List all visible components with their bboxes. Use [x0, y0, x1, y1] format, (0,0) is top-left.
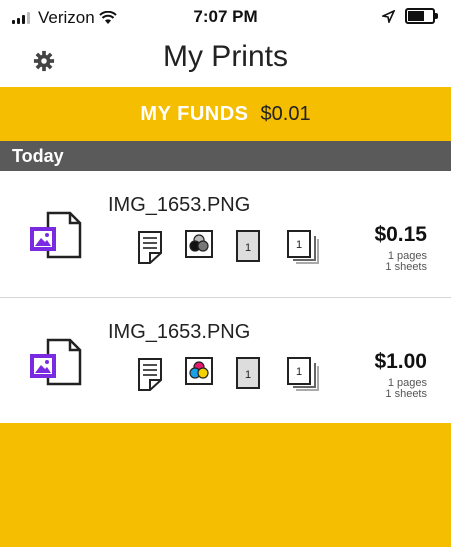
paper-size-icon [138, 358, 162, 391]
color-mode-icon [185, 230, 213, 258]
sheet-count: 1 sheets [385, 261, 427, 273]
copies-icon: 1 [287, 357, 319, 391]
section-header: Today [0, 141, 451, 171]
file-name: IMG_1653.PNG [108, 321, 251, 343]
funds-amount: $0.01 [260, 102, 311, 125]
funds-label: MY FUNDS [140, 102, 249, 125]
section-title: Today [12, 146, 64, 166]
print-meta: 1 pages 1 sheets [385, 251, 427, 273]
paper-size-icon [138, 231, 162, 264]
funds-banner[interactable]: MY FUNDS $0.01 [0, 87, 451, 141]
print-meta: 1 pages 1 sheets [385, 378, 427, 400]
file-name: IMG_1653.PNG [108, 194, 251, 216]
nav-bar: My Prints [0, 34, 451, 86]
svg-text:1: 1 [245, 369, 251, 381]
color-mode-icon [185, 357, 213, 385]
image-file-icon [30, 338, 82, 386]
print-job-item[interactable]: IMG_1653.PNG 1 1 $1.00 1 pages 1 sheets [0, 298, 451, 424]
status-right [382, 8, 438, 24]
status-bar: Verizon 7:07 PM [0, 0, 451, 34]
copies-icon: 1 [287, 230, 319, 264]
svg-text:1: 1 [296, 366, 302, 378]
page-title: My Prints [162, 40, 288, 73]
print-price: $1.00 [374, 350, 427, 373]
svg-text:1: 1 [245, 242, 251, 254]
image-file-icon [30, 211, 82, 259]
print-job-item[interactable]: IMG_1653.PNG 1 1 $0.15 1 pages 1 sheets [0, 171, 451, 298]
single-sided-icon: 1 [236, 230, 260, 262]
print-price: $0.15 [374, 223, 427, 246]
svg-text:1: 1 [296, 239, 302, 251]
bottom-action-area [0, 423, 451, 547]
battery-icon [405, 8, 438, 24]
sheet-count: 1 sheets [385, 388, 427, 400]
single-sided-icon: 1 [236, 357, 260, 389]
location-arrow-icon [382, 9, 395, 23]
